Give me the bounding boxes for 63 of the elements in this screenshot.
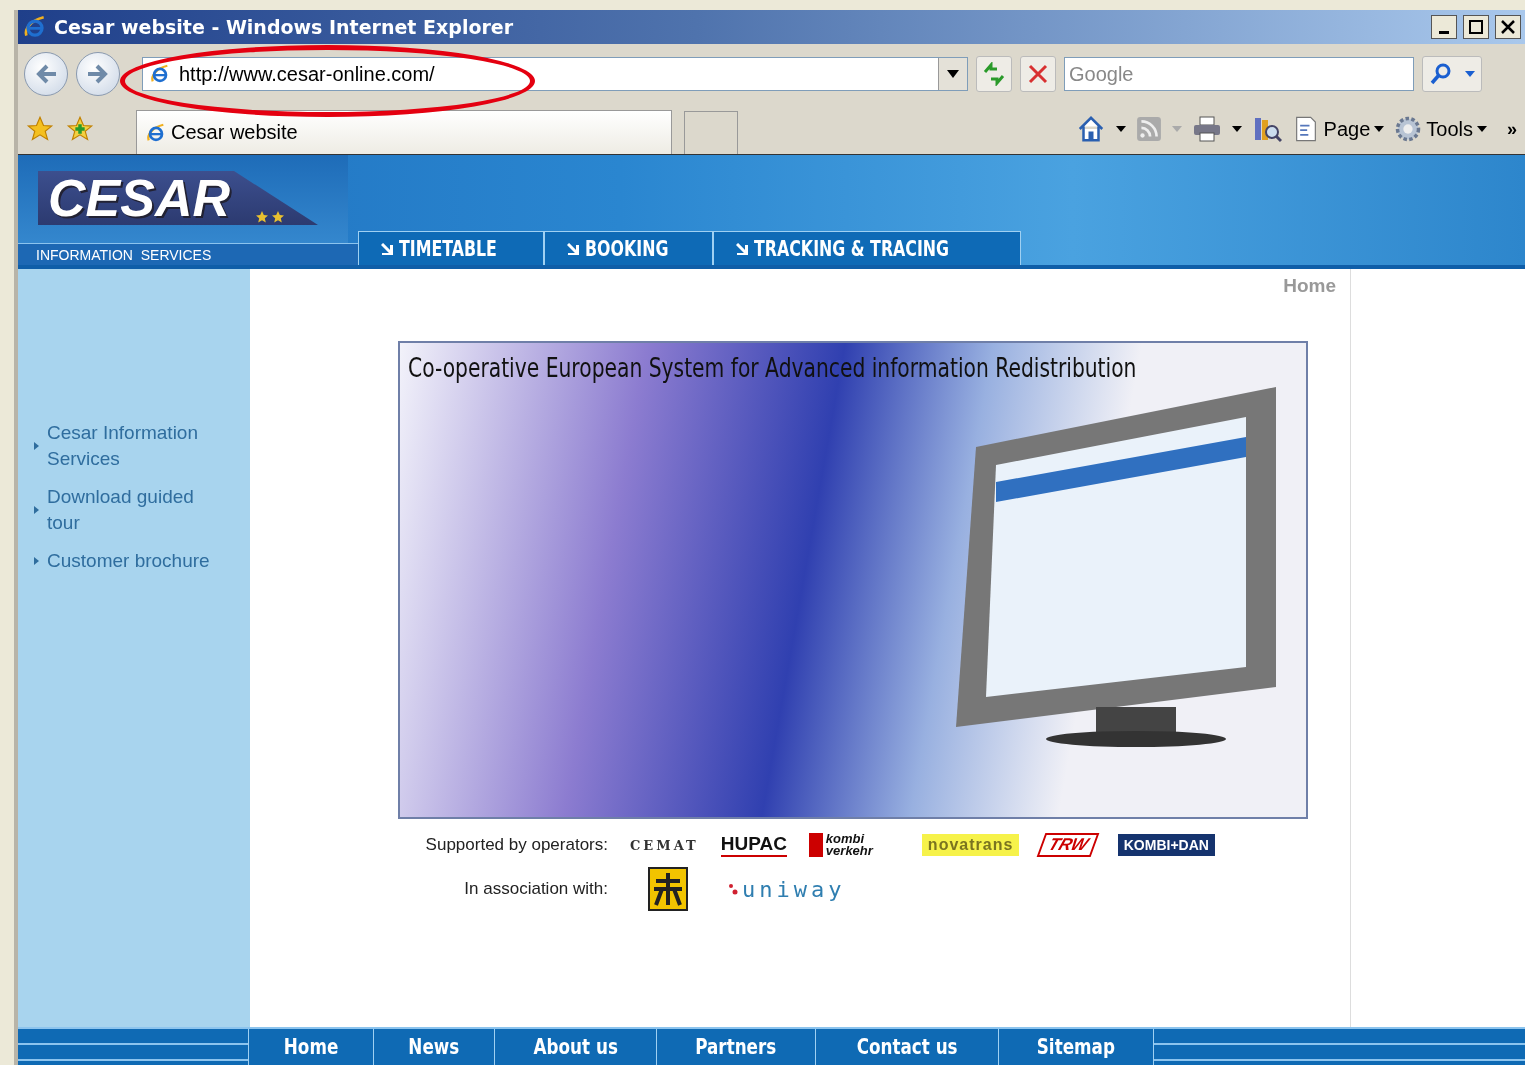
arrow-icon — [381, 242, 393, 255]
printer-icon[interactable] — [1191, 115, 1222, 143]
stop-button[interactable] — [1020, 56, 1056, 92]
close-button[interactable] — [1495, 15, 1521, 39]
dropdown-icon — [947, 70, 959, 78]
search-field[interactable]: Google — [1064, 57, 1414, 91]
page-menu[interactable]: Page — [1291, 115, 1385, 143]
sidebar-link[interactable]: Download guided tour — [18, 483, 223, 537]
add-favorite-icon[interactable] — [66, 115, 94, 143]
operator-logo: HUPAC — [720, 833, 787, 857]
close-icon — [1501, 20, 1515, 34]
maximize-button[interactable] — [1463, 15, 1489, 39]
bullet-icon — [34, 557, 39, 565]
operator-logo: kombi verkehr — [808, 833, 900, 857]
back-button[interactable] — [24, 52, 68, 96]
dot-icon — [728, 882, 738, 896]
caret-icon — [1231, 126, 1242, 132]
minimize-icon — [1439, 30, 1449, 34]
partner-logo: uniway — [728, 876, 846, 902]
operator-logo: CEMAT — [630, 837, 699, 853]
forward-button[interactable] — [76, 52, 120, 96]
more-button[interactable]: » — [1507, 118, 1517, 140]
refresh-button[interactable] — [976, 56, 1012, 92]
page-icon — [149, 63, 171, 85]
operator-logo: TRW — [1036, 833, 1101, 857]
site-tagline: INFORMATION SERVICES — [18, 243, 358, 265]
caret-icon — [1115, 126, 1126, 132]
arrow-icon — [567, 242, 580, 255]
caret-icon — [1477, 126, 1487, 132]
browser-tab[interactable]: Cesar website — [136, 110, 672, 154]
operator-logo: KOMBI+DAN — [1117, 834, 1215, 856]
forward-arrow-icon — [86, 62, 110, 86]
search-button[interactable] — [1422, 56, 1482, 92]
bullet-icon — [34, 506, 39, 514]
nav-tab[interactable]: TRACKING & TRACING — [712, 231, 1021, 265]
caret-icon — [1465, 71, 1475, 77]
refresh-icon — [981, 62, 1007, 86]
road-emblem-icon — [648, 867, 688, 911]
banner-title: Co-operative European System for Advanced information Redistribution — [408, 353, 1137, 383]
arrow-icon — [735, 242, 748, 255]
association-label: In association with: — [463, 879, 608, 899]
window-title: Cesar website - Windows Internet Explorer — [54, 16, 515, 38]
page-icon — [145, 121, 167, 144]
supported-label: Supported by operators: — [424, 835, 608, 855]
back-arrow-icon — [34, 62, 58, 86]
stop-icon — [1028, 64, 1048, 84]
nav-tab[interactable]: TIMETABLE — [358, 231, 545, 265]
sidebar-link[interactable]: Customer brochure — [18, 547, 223, 575]
address-field[interactable]: http://www.cesar-online.com/ — [142, 57, 968, 91]
minimize-button[interactable] — [1431, 15, 1457, 39]
caret-icon — [1171, 126, 1182, 132]
stars-icon — [256, 211, 286, 223]
bullet-icon — [34, 442, 39, 450]
gear-icon — [1394, 115, 1423, 143]
maximize-icon — [1469, 20, 1483, 34]
breadcrumb: Home — [1283, 275, 1336, 297]
nav-tab[interactable]: BOOKING — [544, 231, 713, 265]
operator-logo: novatrans — [921, 834, 1020, 856]
sidebar-link[interactable]: Cesar Information Services — [18, 419, 223, 473]
caret-icon — [1374, 126, 1385, 132]
star-icon[interactable] — [26, 115, 54, 143]
search-icon — [1429, 62, 1453, 86]
tools-menu[interactable]: Tools — [1394, 115, 1487, 143]
